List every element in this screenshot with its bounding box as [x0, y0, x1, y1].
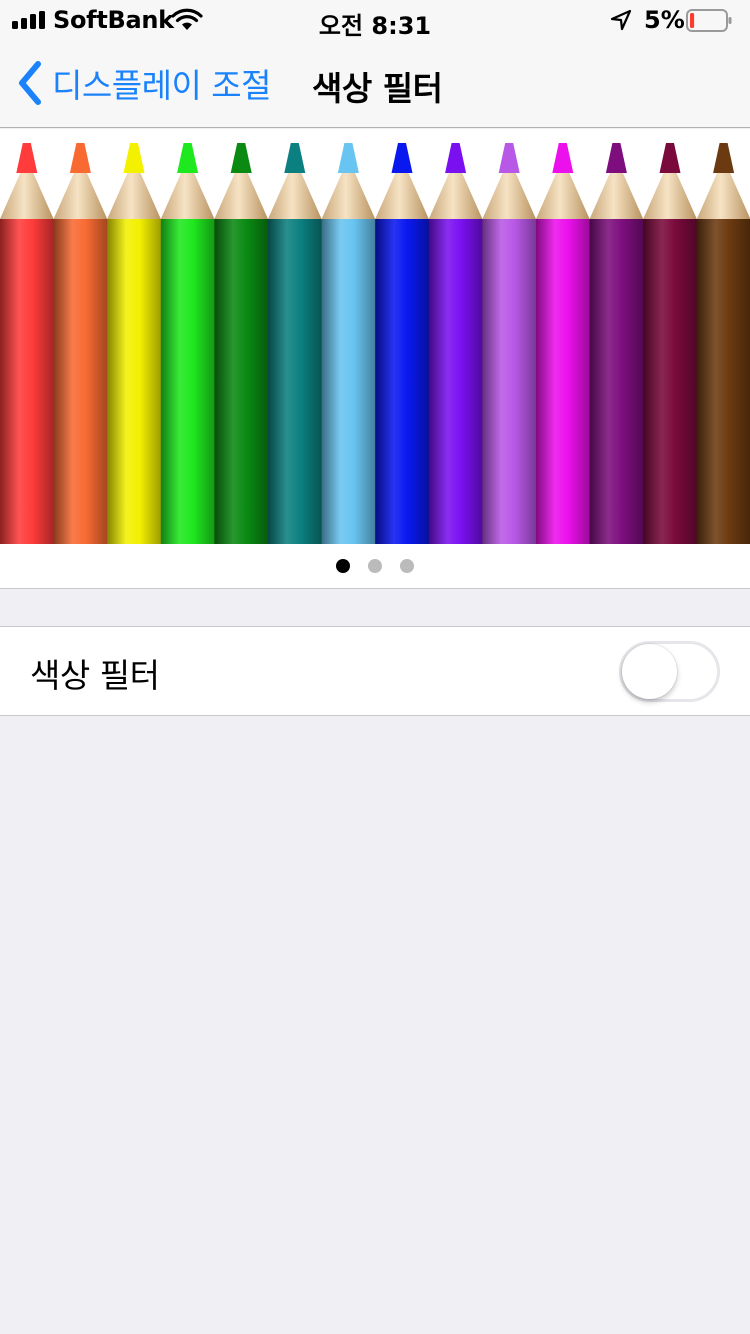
pencil	[321, 143, 376, 544]
color-filter-row: 색상 필터	[0, 626, 750, 716]
pencil	[268, 143, 322, 544]
color-filter-label: 색상 필터	[30, 656, 160, 695]
back-button-label: 디스플레이 조절	[52, 66, 272, 105]
clock: 오전 8:31	[0, 6, 750, 41]
pencil	[107, 143, 162, 544]
battery-icon	[686, 9, 732, 32]
pencil	[482, 143, 537, 544]
page-dot[interactable]	[368, 559, 382, 573]
battery-percentage: 5%	[644, 6, 685, 34]
color-filter-preview[interactable]	[0, 129, 750, 589]
pencil	[643, 143, 698, 544]
page-title: 색상 필터	[312, 69, 443, 108]
page-dot[interactable]	[400, 559, 414, 573]
pencil	[0, 143, 54, 544]
page-dot[interactable]	[336, 559, 350, 573]
chevron-left-icon	[19, 61, 41, 105]
status-bar: SoftBank 오전 8:31 5%	[0, 0, 750, 40]
pencil	[696, 143, 750, 544]
navigation-bar: 디스플레이 조절 색상 필터	[0, 40, 750, 128]
toggle-knob	[622, 644, 677, 699]
back-button[interactable]: 디스플레이 조절	[16, 60, 272, 106]
colored-pencils-image	[0, 143, 750, 544]
color-filter-toggle[interactable]	[619, 641, 720, 702]
pencil	[375, 143, 430, 544]
pencil	[53, 143, 108, 544]
clock-time: 오전 8:31	[318, 12, 432, 40]
pencil	[589, 143, 644, 544]
pencil	[214, 143, 269, 544]
location-arrow-icon	[610, 9, 632, 31]
pencil	[160, 143, 215, 544]
pencil	[536, 143, 590, 544]
screen: SoftBank 오전 8:31 5% 디스플레이 조절 색상 필터 색상 필터	[0, 0, 750, 1334]
pencil	[428, 143, 483, 544]
page-indicator[interactable]	[0, 559, 750, 573]
